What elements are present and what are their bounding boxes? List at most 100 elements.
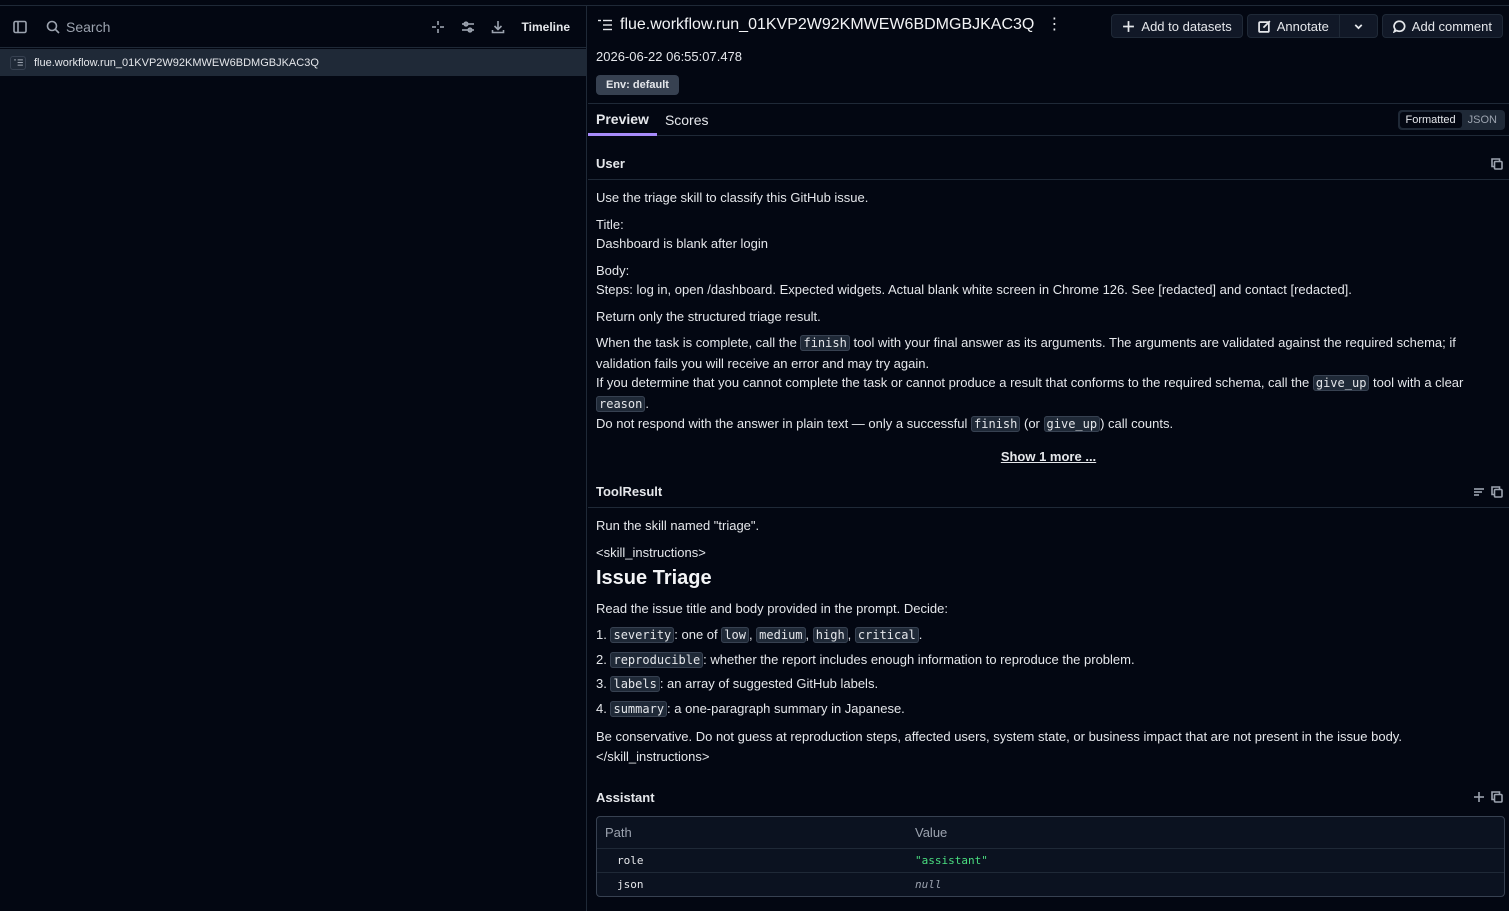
code-option: high (812, 627, 848, 643)
column-path: Path (605, 825, 632, 840)
item-number: 1. (596, 627, 607, 642)
detail-header: flue.workflow.run_01KVP2W92KMWEW6BDMGBJK… (588, 6, 1509, 104)
assistant-section-header: Assistant (588, 782, 1509, 812)
show-more-link[interactable]: Show 1 more ... (596, 447, 1501, 467)
add-comment-button[interactable]: Add comment (1381, 14, 1503, 38)
add-comment-label: Add comment (1411, 18, 1492, 34)
plus-icon (1123, 20, 1135, 32)
user-message-body: Use the triage skill to classify this Gi… (588, 180, 1509, 466)
formatted-toggle[interactable]: Formatted (1399, 112, 1462, 128)
item-number: 3. (596, 676, 607, 691)
page-title: flue.workflow.run_01KVP2W92KMWEW6BDMGBJK… (620, 16, 1035, 33)
detail-tabs: Preview Scores Formatted JSON (588, 104, 1509, 136)
issue-title: Title: Dashboard is blank after login (596, 215, 1501, 254)
focus-icon[interactable] (426, 15, 450, 39)
tree-item-workflow-run[interactable]: flue.workflow.run_01KVP2W92KMWEW6BDMGBJK… (0, 49, 586, 76)
code-option: medium (756, 627, 806, 643)
instruction-text: (or (1020, 416, 1044, 431)
more-options-icon[interactable]: ⋮ (1046, 17, 1062, 33)
list-item: 4. summary: a one-paragraph summary in J… (596, 699, 1501, 720)
code-finish: finish (800, 335, 850, 351)
panel-toggle-icon[interactable] (8, 15, 32, 39)
table-row[interactable]: json null (597, 872, 1504, 896)
row-path: role (617, 854, 644, 867)
wrap-text-icon[interactable] (1473, 486, 1485, 498)
tool-heading: ToolResult (596, 484, 663, 499)
sidebar-toolbar: Search Timeline (0, 6, 586, 48)
edit-icon (1257, 19, 1271, 33)
chevron-down-icon (1354, 23, 1363, 29)
copy-icon[interactable] (1491, 485, 1503, 498)
instruction-text: If you determine that you cannot complet… (596, 375, 1313, 390)
search-input[interactable]: Search (66, 19, 110, 35)
code-option: critical (854, 627, 919, 643)
filter-settings-icon[interactable] (456, 15, 480, 39)
row-path: json (617, 878, 644, 891)
user-message-section: User Use the triage skill to classify th… (588, 148, 1509, 466)
instruction-text: Do not respond with the answer in plain … (596, 416, 972, 431)
timestamp: 2026-06-22 06:55:07.478 (596, 49, 743, 64)
download-icon[interactable] (486, 15, 510, 39)
tool-result-section: ToolResult Run the skill named "triage".… (588, 476, 1509, 766)
title-row: flue.workflow.run_01KVP2W92KMWEW6BDMGBJK… (598, 16, 1062, 34)
annotate-split-button: Annotate (1246, 14, 1378, 38)
body-value: Steps: log in, open /dashboard. Expected… (596, 282, 1352, 297)
close-tag: </skill_instructions> (596, 748, 710, 764)
code-field: reproducible (610, 651, 704, 668)
expand-icon[interactable] (1473, 791, 1485, 803)
decision-list: 1. severity: one of low, medium, high, c… (596, 625, 1501, 719)
item-text: : whether the report includes enough inf… (703, 651, 1135, 667)
open-tag: <skill_instructions> (596, 544, 706, 560)
copy-icon[interactable] (1491, 157, 1503, 170)
tool-instructions: When the task is complete, call the fini… (596, 333, 1501, 435)
table-header: Path Value (597, 817, 1504, 848)
add-to-datasets-button[interactable]: Add to datasets (1111, 14, 1243, 38)
instruction-text: ) call counts. (1100, 416, 1174, 431)
code-field: severity (610, 627, 675, 643)
table-row[interactable]: role "assistant" (597, 848, 1504, 872)
conservative-text: Be conservative. Do not guess at reprodu… (596, 727, 1501, 766)
trace-detail-panel: flue.workflow.run_01KVP2W92KMWEW6BDMGBJK… (588, 6, 1509, 911)
item-number: 4. (596, 700, 607, 716)
row-value: null (915, 878, 942, 891)
timeline-toggle[interactable]: Timeline (522, 20, 570, 34)
list-item: 3. labels: an array of suggested GitHub … (596, 674, 1501, 695)
title-label: Title: (596, 216, 624, 232)
column-value: Value (915, 825, 948, 840)
tool-result-body: Run the skill named "triage". <skill_ins… (588, 508, 1509, 766)
code-finish: finish (971, 416, 1021, 432)
tool-section-header: ToolResult (588, 476, 1509, 508)
copy-icon[interactable] (1491, 791, 1503, 803)
json-toggle[interactable]: JSON (1462, 112, 1503, 128)
skill-intro: Read the issue title and body provided i… (596, 600, 948, 616)
trace-sidebar: Search Timeline flue.workflow.run_01KVP2… (0, 6, 587, 911)
env-badge[interactable]: Env: default (596, 75, 679, 95)
assistant-heading: Assistant (596, 789, 655, 805)
code-field: labels (610, 676, 660, 692)
code-option: low (721, 627, 749, 643)
item-text: : an array of suggested GitHub labels. (659, 676, 879, 691)
skill-heading: Issue Triage (596, 567, 712, 589)
annotate-button[interactable]: Annotate (1246, 14, 1340, 38)
code-give-up: give_up (1312, 375, 1370, 391)
instruction-text: . (645, 395, 649, 411)
header-actions: Add to datasets Annotate Add comment (1111, 14, 1503, 38)
assistant-section: Assistant Path Value role "assistant" js… (588, 782, 1509, 897)
list-tree-icon (598, 19, 612, 31)
body-label: Body: (596, 262, 630, 278)
user-text: Use the triage skill to classify this Gi… (596, 190, 869, 205)
tool-text: Run the skill named "triage". (596, 518, 760, 533)
search-box[interactable]: Search (46, 19, 426, 35)
issue-body: Body: Steps: log in, open /dashboard. Exp… (596, 261, 1501, 300)
code-give-up: give_up (1043, 416, 1101, 432)
return-instruction: Return only the structured triage result… (596, 308, 821, 324)
view-mode-toggle: Formatted JSON (1397, 110, 1505, 130)
tree-item-label: flue.workflow.run_01KVP2W92KMWEW6BDMGBJK… (34, 56, 319, 69)
comment-icon (1392, 19, 1406, 33)
annotate-dropdown-button[interactable] (1339, 14, 1378, 38)
list-tree-icon (10, 55, 26, 70)
tab-preview[interactable]: Preview (588, 104, 657, 136)
assistant-json-table: Path Value role "assistant" json null (596, 816, 1505, 897)
tab-scores[interactable]: Scores (657, 104, 717, 136)
list-item: 1. severity: one of low, medium, high, c… (596, 627, 923, 643)
